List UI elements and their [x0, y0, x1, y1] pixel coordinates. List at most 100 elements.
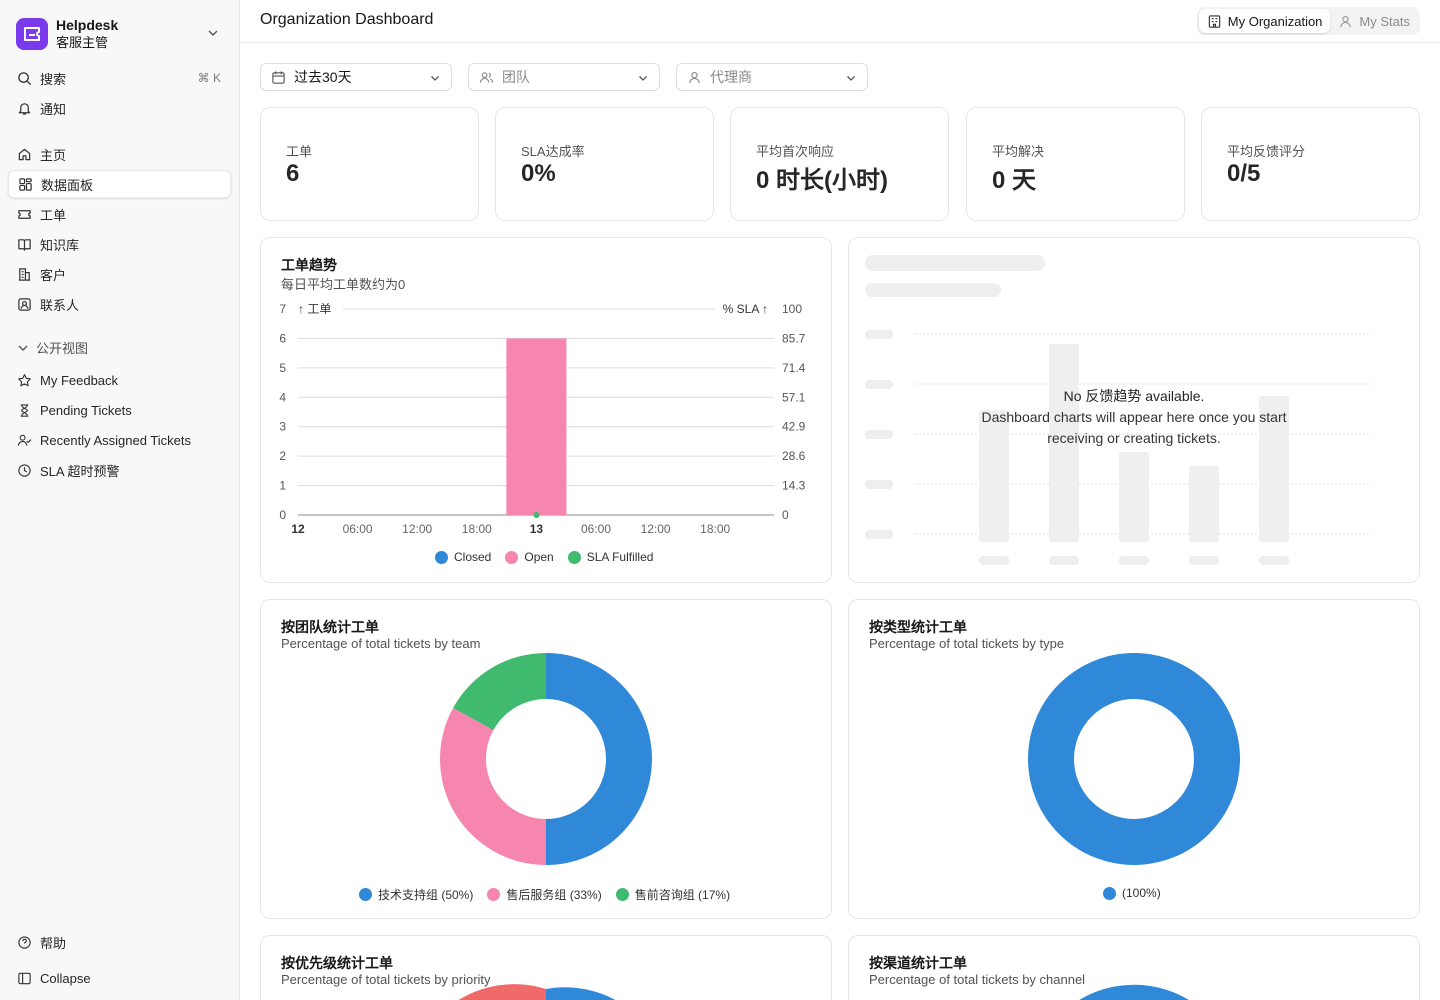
legend-item[interactable]: (100%) [1103, 886, 1161, 900]
sidebar-item-label: 联系人 [40, 297, 80, 313]
donut-slice[interactable] [546, 653, 652, 865]
brand-switcher[interactable]: Helpdesk 客服主管 [16, 14, 232, 54]
sidebar-search-label: 搜索 [40, 71, 67, 87]
tab-label: My Stats [1359, 13, 1410, 29]
public-views-label: 公开视图 [36, 341, 89, 356]
x-tick-label: 12:00 [402, 522, 432, 536]
sidebar-item-contacts[interactable]: 联系人 [8, 290, 231, 318]
bell-icon [18, 102, 31, 115]
chevron-down-icon [431, 76, 439, 81]
sidebar-item-tickets[interactable]: 工单 [8, 200, 231, 228]
public-views-toggle[interactable]: 公开视图 [16, 338, 88, 357]
dashboard-icon [19, 177, 32, 191]
sidebar-item-dashboard[interactable]: 数据面板 [8, 170, 231, 198]
stat-label: SLA达成率 [521, 144, 585, 159]
skeleton-tick [865, 480, 893, 489]
skeleton-bar [1189, 466, 1219, 542]
star-icon [18, 373, 31, 386]
legend-item[interactable]: 售前咨询组 (17%) [615, 886, 731, 903]
team-select[interactable]: 团队 [468, 63, 660, 91]
feedback-trend-card: No 反馈趋势 available. Dashboard charts will… [848, 237, 1420, 583]
y2-tick-label: 28.6 [782, 449, 806, 463]
team-legend: 技术支持组 (50%) 售后服务组 (33%) 售前咨询组 (17%) [359, 886, 744, 903]
skeleton-tick [865, 530, 893, 539]
topbar: Organization Dashboard My Organization M… [240, 0, 1440, 43]
y2-axis-label: % SLA ↑ [723, 302, 768, 316]
donut-slice[interactable] [1028, 653, 1240, 865]
sidebar-collapse[interactable]: Collapse [8, 964, 231, 992]
y-axis-label: ↑ 工单 [298, 302, 331, 316]
legend-item-closed[interactable]: Closed [435, 550, 491, 564]
sidebar-help[interactable]: 帮助 [8, 928, 231, 956]
y2-tick-label: 0 [782, 508, 789, 522]
sidebar-view-my-feedback[interactable]: My Feedback [8, 366, 231, 394]
sla-point[interactable] [533, 512, 540, 518]
skeleton-x-tick [1189, 556, 1219, 565]
tab-my-organization[interactable]: My Organization [1198, 9, 1331, 33]
sidebar-notifications[interactable]: 通知 [8, 94, 231, 122]
legend-label: Open [524, 550, 554, 564]
stat-value: 0 天 [992, 167, 1037, 194]
legend-item[interactable]: 售后服务组 (33%) [487, 886, 602, 903]
user-check-icon [17, 434, 32, 446]
stat-value: 6 [286, 160, 300, 187]
skeleton-tick [865, 430, 893, 439]
sidebar-item-knowledge-base[interactable]: 知识库 [8, 230, 231, 258]
y-tick-label: 6 [279, 331, 286, 345]
legend-dot [487, 888, 501, 901]
channel-donut-chart [1079, 984, 1189, 1000]
skeleton-bar [1119, 452, 1149, 542]
period-select[interactable]: 过去30天 [260, 63, 452, 91]
help-icon [18, 935, 31, 949]
x-tick-label: 06:00 [581, 522, 611, 536]
contact-icon [18, 297, 31, 311]
sidebar-item-label: 工单 [40, 207, 67, 223]
ticket-icon [18, 209, 31, 219]
user-icon [689, 71, 700, 83]
helpdesk-logo-icon [16, 18, 48, 50]
sidebar-item-label: 知识库 [40, 237, 80, 253]
tickets-by-team-card: 按团队统计工单 Percentage of total tickets by t… [260, 599, 832, 919]
empty-state-body: Dashboard charts will appear here once y… [981, 409, 1287, 446]
bar-open[interactable] [506, 338, 567, 515]
legend-dot [567, 550, 581, 564]
legend-dot [615, 888, 629, 901]
users-icon [479, 71, 494, 83]
sidebar-item-customers[interactable]: 客户 [8, 260, 231, 288]
sidebar-item-label: 主页 [40, 147, 67, 163]
legend-item-sla[interactable]: SLA Fulfilled [567, 550, 653, 564]
search-icon [18, 71, 32, 85]
priority-slice [458, 984, 546, 1000]
sidebar-view-pending-tickets[interactable]: Pending Tickets [8, 396, 231, 424]
user-icon [1340, 15, 1352, 27]
sidebar-help-label: 帮助 [40, 935, 67, 951]
legend-item[interactable]: 技术支持组 (50%) [359, 886, 473, 903]
donut-slice[interactable] [440, 707, 546, 865]
x-tick-label: 12 [291, 522, 305, 536]
stat-card-resolution: 平均解决 0 天 [966, 107, 1185, 221]
channel-slice [1079, 984, 1189, 1000]
y-tick-label: 7 [279, 302, 286, 316]
y2-tick-label: 42.9 [782, 420, 806, 434]
brand-title: Helpdesk [56, 17, 119, 33]
x-tick-label: 12:00 [641, 522, 671, 536]
stat-value: 0/5 [1227, 160, 1261, 187]
y-tick-label: 1 [279, 479, 286, 493]
sidebar-view-recently-assigned[interactable]: Recently Assigned Tickets [8, 426, 231, 454]
sidebar-view-sla-warning[interactable]: SLA 超时预警 [8, 456, 231, 484]
stat-value: 0 时长(小时) [756, 167, 888, 194]
legend-label: 技术支持组 (50%) [378, 888, 474, 902]
sidebar-item-home[interactable]: 主页 [8, 140, 231, 168]
sidebar-search[interactable]: 搜索 ⌘ K [8, 64, 231, 92]
trend-legend: Closed Open SLA Fulfilled [435, 550, 667, 564]
sidebar-item-label: Recently Assigned Tickets [40, 432, 192, 448]
legend-item-open[interactable]: Open [505, 550, 554, 564]
sidebar-item-label: My Feedback [40, 372, 119, 388]
tab-my-stats[interactable]: My Stats [1330, 9, 1418, 33]
stat-card-tickets: 工单 6 [260, 107, 479, 221]
chevron-down-icon [208, 30, 218, 36]
stat-card-first-response: 平均首次响应 0 时长(小时) [730, 107, 949, 221]
building-icon [1208, 14, 1220, 28]
legend-label: 售前咨询组 (17%) [634, 888, 731, 902]
agent-select[interactable]: 代理商 [676, 63, 868, 91]
